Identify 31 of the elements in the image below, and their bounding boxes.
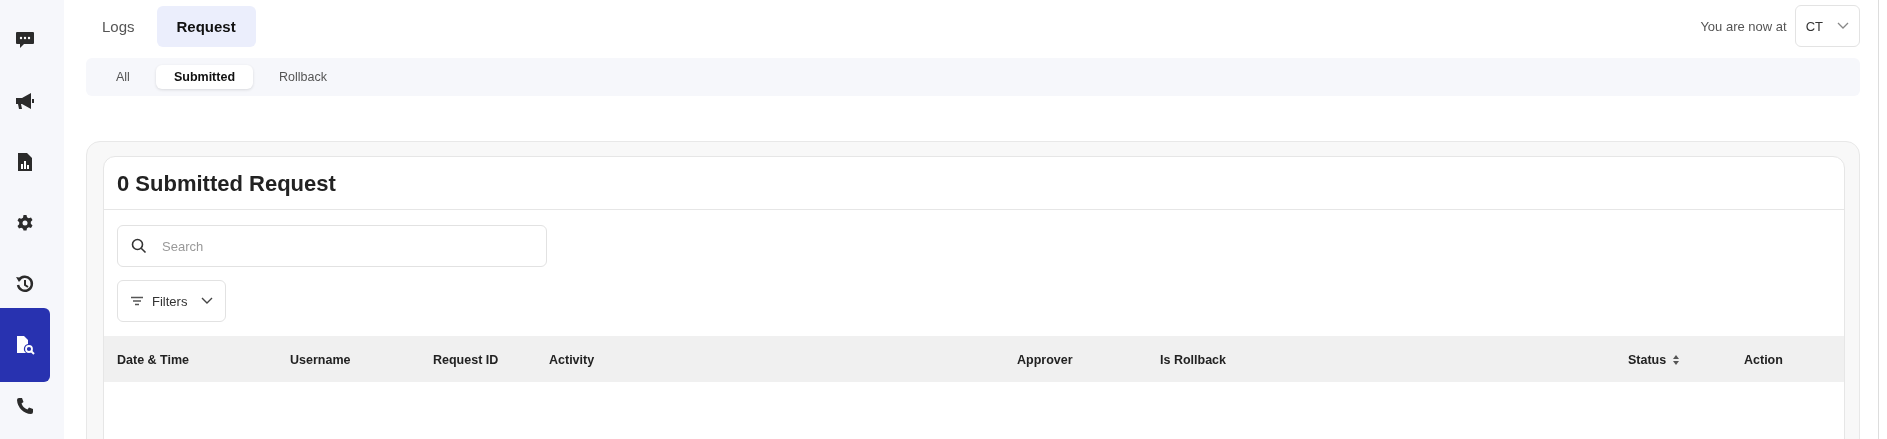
search-field[interactable]: Search bbox=[117, 225, 547, 267]
column-header: Username bbox=[290, 353, 351, 367]
column-header: Action bbox=[1744, 353, 1783, 367]
report-icon bbox=[17, 152, 33, 172]
column-header: Approver bbox=[1017, 353, 1073, 367]
filters-button[interactable]: Filters bbox=[117, 280, 227, 322]
settings-icon bbox=[16, 214, 34, 232]
tab[interactable]: Logs bbox=[86, 5, 151, 47]
location-dropdown[interactable]: CT bbox=[1794, 5, 1860, 47]
column-header: Request ID bbox=[433, 353, 499, 367]
file-search-icon bbox=[15, 335, 35, 355]
history-icon bbox=[15, 274, 35, 294]
location-label: You are now at bbox=[1700, 18, 1787, 34]
tab[interactable]: Request bbox=[156, 5, 256, 47]
sort-icon bbox=[1672, 355, 1681, 365]
filter-icon bbox=[130, 296, 144, 306]
chevron-down-icon bbox=[1837, 22, 1849, 30]
column-header: Activity bbox=[549, 353, 595, 367]
column-header: Is Rollback bbox=[1160, 353, 1226, 367]
column-header: Date & Time bbox=[117, 353, 189, 367]
nav-button[interactable] bbox=[0, 308, 50, 382]
subtab[interactable]: Submitted bbox=[155, 65, 253, 89]
search-icon bbox=[131, 238, 147, 254]
card-title: 0 Submitted Request bbox=[104, 157, 1844, 210]
chevron-down-icon bbox=[201, 297, 214, 305]
phone-icon bbox=[16, 397, 34, 415]
column-header[interactable]: Status bbox=[1628, 353, 1681, 367]
subtab[interactable]: All bbox=[98, 65, 148, 89]
subtab[interactable]: Rollback bbox=[261, 65, 345, 89]
megaphone-icon bbox=[15, 92, 35, 110]
chat-icon bbox=[15, 31, 35, 49]
